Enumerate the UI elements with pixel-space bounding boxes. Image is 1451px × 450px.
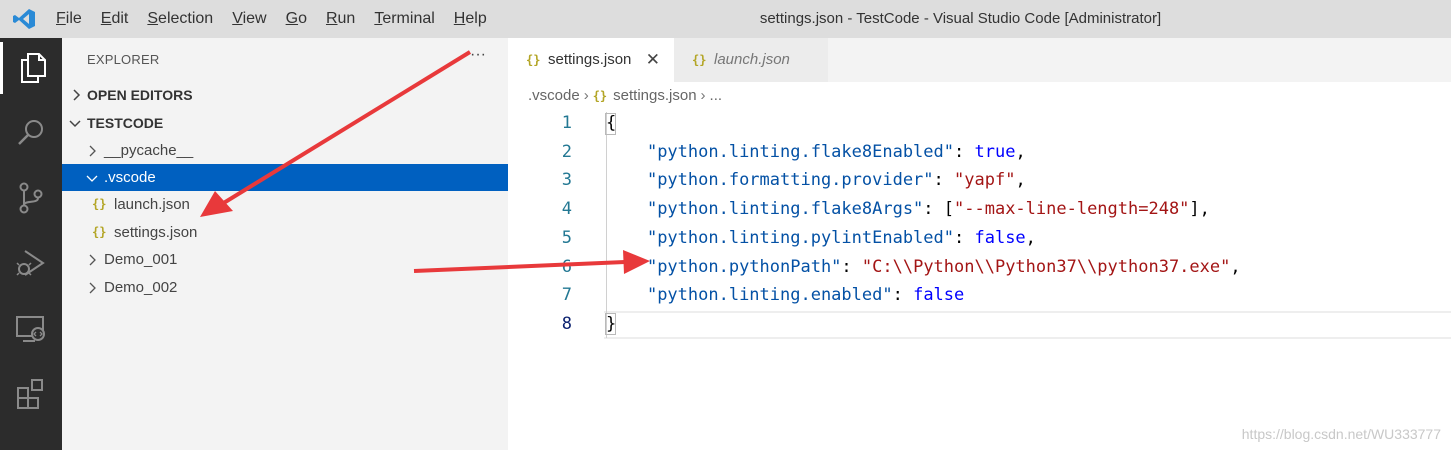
activity-bar — [0, 38, 62, 450]
tree-item-label: settings.json — [114, 224, 198, 241]
line-number: 7 — [561, 285, 572, 305]
line-number: 6 — [561, 257, 572, 277]
watermark: https://blog.csdn.net/WU333777 — [1241, 426, 1441, 442]
breadcrumb: .vscode ›{} settings.json ›... — [528, 84, 722, 108]
close-icon[interactable]: ✕ — [646, 38, 660, 82]
chevron-right-icon — [89, 145, 96, 157]
tree-item-launch-json[interactable]: {} launch.json — [62, 191, 508, 218]
line-number: 2 — [561, 142, 572, 162]
explorer-sidebar: EXPLORER ··· OPEN EDITORS TESTCODE __pyc… — [62, 38, 508, 450]
chevron-right-icon: › — [583, 87, 589, 104]
json-file-icon: {} — [526, 53, 541, 67]
line-number: 5 — [561, 228, 572, 248]
tab-launch-json[interactable]: {} launch.json — [674, 38, 828, 82]
more-actions-button[interactable]: ··· — [470, 46, 486, 64]
code-editor[interactable]: 1 2 3 4 5 6 7 8 { "python.linting.flake8… — [508, 108, 1451, 450]
tree-item-demo-002[interactable]: Demo_002 — [62, 274, 508, 301]
activity-remote-explorer[interactable] — [0, 303, 62, 355]
tree-item-settings-json[interactable]: {} settings.json — [62, 219, 508, 246]
chevron-right-icon — [89, 282, 96, 294]
json-value: false — [913, 285, 965, 305]
tree-item-label: Demo_002 — [104, 279, 178, 296]
json-file-icon: {} — [92, 225, 107, 239]
title-bar: File Edit Selection View Go Run Terminal Help s… — [0, 0, 1451, 38]
explorer-icon — [20, 53, 46, 83]
chevron-down-icon — [86, 175, 98, 182]
json-key: "python.linting.flake8Args" — [646, 199, 924, 219]
open-editors-section[interactable]: OPEN EDITORS — [62, 82, 508, 108]
search-icon — [18, 120, 43, 145]
tree-item-label: Demo_001 — [104, 251, 178, 268]
line-number: 8 — [561, 314, 572, 334]
activity-source-control[interactable] — [0, 172, 62, 224]
tree-item-pycache[interactable]: __pycache__ — [62, 137, 508, 164]
json-value: "C:\\Python\\Python37\\python37.exe" — [861, 257, 1231, 277]
tree-item-label: .vscode — [104, 169, 156, 186]
code-line-5: "python.linting.pylintEnabled": false, — [646, 228, 1036, 248]
run-debug-icon — [16, 250, 45, 276]
code-line-7: "python.linting.enabled": false — [646, 285, 965, 305]
workspace-section[interactable]: TESTCODE — [62, 110, 508, 136]
json-key: "python.pythonPath" — [646, 257, 842, 277]
code-brace: { — [606, 113, 617, 133]
tab-label: settings.json — [548, 51, 632, 68]
json-file-icon: {} — [692, 53, 707, 67]
tree-item-label: launch.json — [114, 196, 190, 213]
remote-explorer-icon — [16, 316, 45, 342]
chevron-right-icon: › — [700, 87, 706, 104]
json-key: "python.formatting.provider" — [646, 170, 934, 190]
breadcrumb-folder[interactable]: .vscode — [528, 87, 580, 104]
json-key: "python.linting.pylintEnabled" — [646, 228, 954, 248]
json-value: "--max-line-length=248" — [954, 199, 1190, 219]
json-value: false — [974, 228, 1026, 248]
json-key: "python.linting.enabled" — [646, 285, 893, 305]
chevron-right-icon — [73, 89, 81, 101]
breadcrumb-more[interactable]: ... — [710, 87, 723, 104]
chevron-right-icon — [89, 254, 96, 266]
chevron-down-icon — [69, 120, 81, 128]
breadcrumb-file[interactable]: settings.json — [613, 87, 696, 104]
source-control-icon — [19, 182, 43, 214]
line-number: 4 — [561, 199, 572, 219]
code-line-3: "python.formatting.provider": "yapf", — [646, 170, 1026, 190]
tree-item-vscode[interactable]: .vscode — [62, 164, 508, 191]
code-line-6: "python.pythonPath": "C:\\Python\\Python… — [646, 257, 1241, 277]
code-line-8: } — [606, 310, 616, 339]
json-value: true — [974, 142, 1016, 162]
activity-explorer[interactable] — [0, 42, 62, 94]
activity-extensions[interactable] — [0, 367, 62, 419]
code-line-2: "python.linting.flake8Enabled": true, — [646, 142, 1026, 162]
activity-run-debug[interactable] — [0, 237, 62, 289]
activity-search[interactable] — [0, 106, 62, 158]
workspace-label: TESTCODE — [87, 115, 164, 131]
extensions-icon — [17, 379, 43, 409]
line-number: 1 — [561, 113, 572, 133]
tab-settings-json[interactable]: {} settings.json ✕ — [508, 38, 674, 82]
window-title: settings.json - TestCode - Visual Studio… — [759, 10, 1162, 27]
editor-tabs: {} settings.json ✕ {} launch.json — [508, 38, 1451, 82]
tree-item-label: __pycache__ — [104, 142, 194, 159]
code-brace: } — [606, 314, 617, 334]
code-line-1: { — [606, 109, 616, 138]
code-line-4: "python.linting.flake8Args": ["--max-lin… — [646, 199, 1210, 219]
json-file-icon: {} — [92, 197, 107, 211]
sidebar-title: EXPLORER — [87, 52, 160, 67]
current-line-highlight — [604, 311, 1451, 339]
json-file-icon: {} — [592, 89, 608, 103]
tab-label: launch.json — [714, 51, 790, 68]
line-number: 3 — [561, 170, 572, 190]
open-editors-label: OPEN EDITORS — [87, 87, 193, 103]
json-key: "python.linting.flake8Enabled" — [646, 142, 954, 162]
tree-item-demo-001[interactable]: Demo_001 — [62, 246, 508, 273]
json-value: "yapf" — [954, 170, 1016, 190]
